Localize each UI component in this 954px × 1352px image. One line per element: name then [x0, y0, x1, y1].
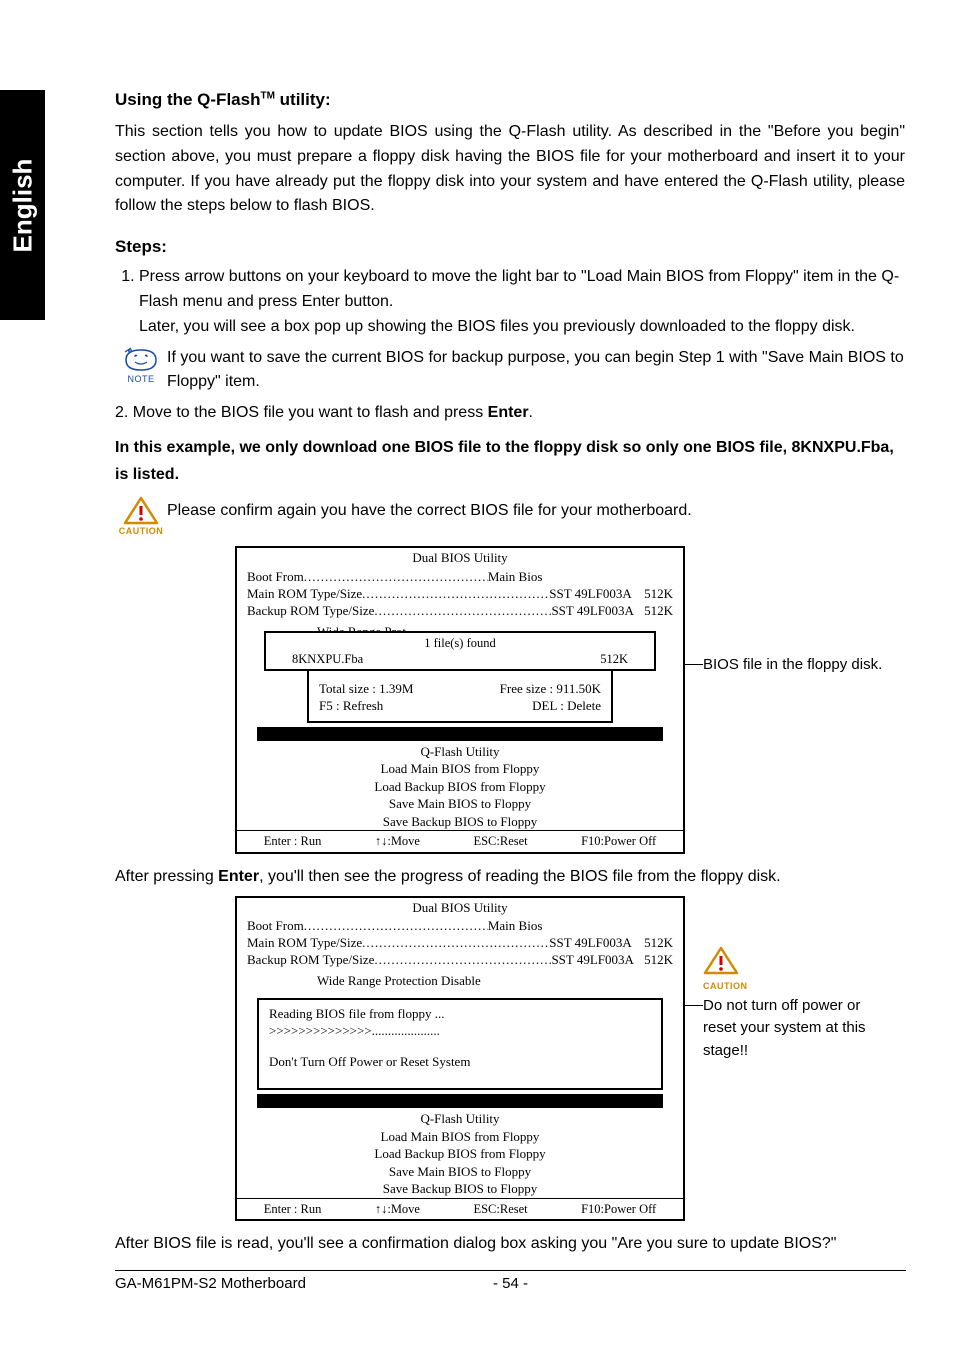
caution-text-1: Please confirm again you have the correc… — [167, 496, 905, 520]
after-read-text: After BIOS file is read, you'll see a co… — [115, 1235, 905, 1253]
bios-menu: Q-Flash Utility Load Main BIOS from Flop… — [237, 1108, 683, 1198]
section-heading: Using the Q-FlashTM utility: — [115, 90, 905, 110]
caution-icon: CAUTION — [115, 496, 167, 536]
language-tab: English — [0, 90, 45, 320]
file-popup: 1 file(s) found 8KNXPU.Fba 512K Total si… — [307, 647, 613, 723]
bios-footer: Enter : Run ↑↓:Move ESC:Reset F10:Power … — [237, 830, 683, 851]
note-text: If you want to save the current BIOS for… — [167, 346, 905, 396]
caution-block-1: CAUTION Please confirm again you have th… — [115, 496, 905, 536]
callout-caution-2: CAUTION Do not turn off power or reset y… — [703, 896, 893, 1063]
steps-list: Press arrow buttons on your keyboard to … — [115, 265, 905, 339]
bios-box: Dual BIOS Utility Boot FromMain Bios Mai… — [235, 896, 685, 1221]
bios-footer: Enter : Run ↑↓:Move ESC:Reset F10:Power … — [237, 1198, 683, 1219]
footer-page-number: - 54 - — [493, 1275, 528, 1292]
step-1: Press arrow buttons on your keyboard to … — [139, 265, 905, 339]
popup-title-bar: 1 file(s) found 8KNXPU.Fba 512K — [264, 631, 656, 672]
callout-bios-file: BIOS file in the floppy disk. — [703, 654, 883, 677]
highlighted-bar — [257, 727, 663, 741]
page-content: Using the Q-FlashTM utility: This sectio… — [115, 90, 905, 1261]
note-block: NOTE If you want to save the current BIO… — [115, 346, 905, 396]
step-2: 2. Move to the BIOS file you want to fla… — [115, 401, 905, 426]
footer-model: GA-M61PM-S2 Motherboard — [115, 1275, 306, 1292]
bios-screenshot-2: Dual BIOS Utility Boot FromMain Bios Mai… — [235, 896, 905, 1221]
bios-box: Dual BIOS Utility Boot FromMain Bios Mai… — [235, 546, 685, 853]
bios-menu: Q-Flash Utility Load Main BIOS from Flop… — [237, 741, 683, 831]
page-footer: GA-M61PM-S2 Motherboard - 54 - — [115, 1270, 906, 1292]
intro-paragraph: This section tells you how to update BIO… — [115, 120, 905, 219]
after-enter-text: After pressing Enter, you'll then see th… — [115, 868, 905, 886]
progress-box: Reading BIOS file from floppy ... >>>>>>… — [257, 998, 663, 1090]
example-note: In this example, we only download one BI… — [115, 434, 905, 488]
steps-heading: Steps: — [115, 237, 905, 257]
highlighted-bar — [257, 1094, 663, 1108]
note-icon: NOTE — [115, 346, 167, 384]
caution-icon — [703, 946, 739, 976]
language-label: English — [7, 158, 38, 252]
bios-screenshot-1: Dual BIOS Utility Boot FromMain Bios Mai… — [235, 546, 905, 853]
